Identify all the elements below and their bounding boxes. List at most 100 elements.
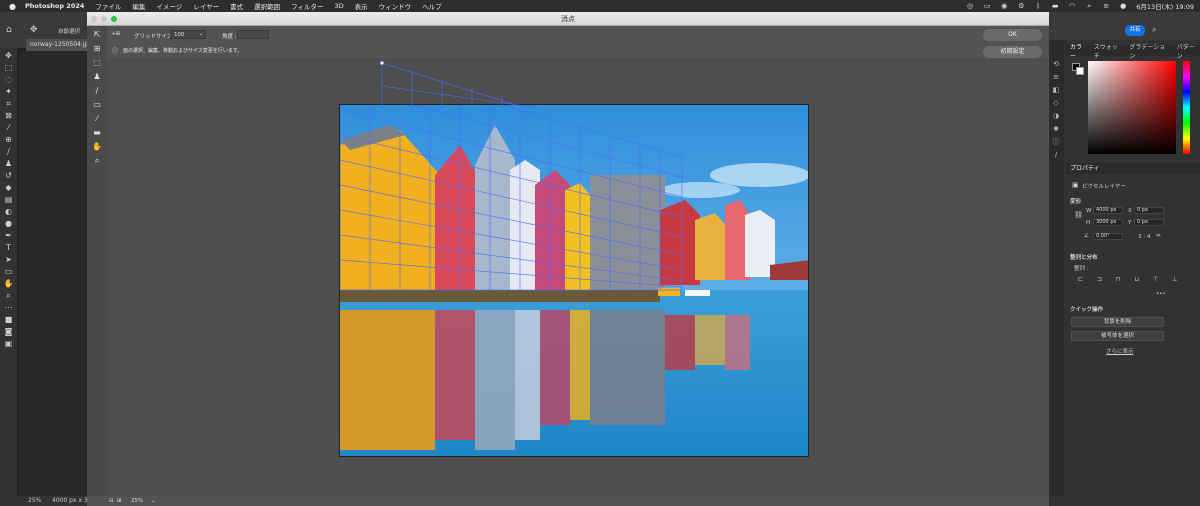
reset-button[interactable]: 初期設定: [983, 46, 1042, 58]
zoom-out-icon[interactable]: ⊟: [109, 496, 114, 506]
frame-tool-icon[interactable]: ⊠: [4, 112, 14, 120]
eyedropper-icon[interactable]: ⁄: [92, 115, 102, 123]
width-input[interactable]: 4000 px: [1093, 207, 1123, 214]
eyedropper-icon[interactable]: ⁄: [4, 124, 14, 132]
wifi-icon[interactable]: ◠: [1068, 2, 1076, 10]
document-tab[interactable]: norway-1250504.jpg: [26, 39, 90, 51]
paths-icon[interactable]: ◇: [1048, 97, 1064, 110]
info-icon[interactable]: ⓘ: [1048, 136, 1064, 149]
menu-image[interactable]: イメージ: [156, 1, 182, 11]
crop-tool-icon[interactable]: ⌗: [4, 100, 14, 108]
tab-gradients[interactable]: グラデーション: [1129, 42, 1170, 60]
history-brush-icon[interactable]: ↺: [4, 172, 14, 180]
menu-file[interactable]: ファイル: [95, 1, 121, 11]
siri-icon[interactable]: ●: [1119, 2, 1127, 10]
remove-background-button[interactable]: 背景を削除: [1071, 317, 1164, 327]
record-icon[interactable]: ◉: [1000, 2, 1008, 10]
menu-type[interactable]: 書式: [230, 1, 243, 11]
chevron-down-icon[interactable]: ⌄: [151, 496, 156, 506]
battery-icon[interactable]: ▬: [1051, 2, 1059, 10]
angle-field[interactable]: [237, 30, 269, 39]
align-section-label[interactable]: 整列と分布: [1070, 253, 1098, 261]
plane-options-icon[interactable]: +⊞: [111, 31, 120, 37]
path-select-icon[interactable]: ➤: [4, 256, 14, 264]
brush-tool-icon[interactable]: ∕: [4, 148, 14, 156]
layers-icon[interactable]: ≡: [1048, 71, 1064, 84]
stamp-tool-icon[interactable]: ♟: [92, 73, 102, 81]
marquee-tool-icon[interactable]: ⬚: [92, 59, 102, 67]
adjustments-icon[interactable]: ◑: [1048, 110, 1064, 123]
align-icons[interactable]: ⊏ ⊐ ⊓ ⊔ ⊤ ⊥: [1078, 276, 1183, 283]
pen-tool-icon[interactable]: ✒: [4, 232, 14, 240]
channels-icon[interactable]: ◧: [1048, 84, 1064, 97]
link-icon[interactable]: ⛓: [1074, 211, 1083, 219]
gradient-tool-icon[interactable]: ▤: [4, 196, 14, 204]
more-options-icon[interactable]: •••: [1156, 291, 1166, 297]
bluetooth-icon[interactable]: ᛒ: [1034, 2, 1042, 10]
move-tool-icon[interactable]: ✥: [30, 25, 38, 35]
apple-icon[interactable]: ●: [9, 2, 18, 11]
flip-icon[interactable]: ⇔: [1156, 233, 1161, 239]
magic-wand-icon[interactable]: ✦: [4, 88, 14, 96]
zoom-tool-icon[interactable]: ⌕: [4, 292, 14, 300]
transform-tool-icon[interactable]: ▭: [92, 101, 102, 109]
properties-panel-title[interactable]: プロパティ: [1066, 163, 1200, 174]
clock[interactable]: 6月13日(木) 19:09: [1136, 1, 1194, 11]
background-color-swatch[interactable]: [1076, 67, 1084, 75]
y-input[interactable]: 0 px: [1134, 219, 1164, 226]
menu-select[interactable]: 選択範囲: [254, 1, 280, 11]
creative-cloud-icon[interactable]: ◎: [966, 2, 974, 10]
height-input[interactable]: 3000 px: [1093, 219, 1123, 226]
menu-view[interactable]: 表示: [355, 1, 368, 11]
control-icon[interactable]: ⚙: [1017, 2, 1025, 10]
display-icon[interactable]: ▭: [983, 2, 991, 10]
app-menu[interactable]: Photoshop 2024: [25, 2, 84, 10]
angle-input[interactable]: 0.00°: [1093, 233, 1123, 240]
move-tool-icon[interactable]: ✥: [4, 52, 14, 60]
dodge-tool-icon[interactable]: ●: [4, 220, 14, 228]
control-center-icon[interactable]: ≡: [1102, 2, 1110, 10]
type-tool-icon[interactable]: T: [4, 244, 14, 252]
zoom-level[interactable]: 25%: [131, 496, 143, 506]
menu-edit[interactable]: 編集: [132, 1, 145, 11]
menu-layer[interactable]: レイヤー: [193, 1, 219, 11]
ok-button[interactable]: OK: [983, 29, 1042, 41]
measure-tool-icon[interactable]: ▬: [92, 129, 102, 137]
transform-section-label[interactable]: 変形: [1070, 197, 1081, 205]
menu-window[interactable]: ウィンドウ: [379, 1, 412, 11]
search-icon[interactable]: ⌕: [1152, 25, 1156, 35]
healing-brush-icon[interactable]: ⊕: [4, 136, 14, 144]
marquee-tool-icon[interactable]: ⬚: [4, 64, 14, 72]
history-icon[interactable]: ⟲: [1048, 58, 1064, 71]
hand-tool-icon[interactable]: ✋: [92, 143, 102, 151]
grid-size-field[interactable]: 100 ⌄: [170, 30, 206, 39]
create-plane-tool-icon[interactable]: ⊞: [92, 45, 102, 53]
chevron-down-icon[interactable]: ⌄: [198, 31, 203, 37]
lasso-tool-icon[interactable]: ◌: [4, 76, 14, 84]
grid-corner-handle[interactable]: [379, 60, 385, 66]
search-icon[interactable]: ⌕: [1085, 2, 1093, 10]
tab-color[interactable]: カラー: [1070, 42, 1088, 60]
blur-tool-icon[interactable]: ◐: [4, 208, 14, 216]
menu-3d[interactable]: 3D: [334, 2, 343, 10]
eraser-icon[interactable]: ◆: [4, 184, 14, 192]
home-icon[interactable]: ⌂: [6, 25, 12, 35]
menu-filter[interactable]: フィルター: [291, 1, 323, 11]
clone-stamp-icon[interactable]: ♟: [4, 160, 14, 168]
photo-norway-wharf[interactable]: [339, 104, 809, 457]
zoom-tool-icon[interactable]: ⌕: [92, 157, 102, 165]
color-picker-field[interactable]: [1088, 61, 1176, 154]
zoom-in-icon[interactable]: ⊞: [117, 496, 122, 506]
share-button[interactable]: 共有: [1125, 25, 1145, 36]
brush-tool-icon[interactable]: ∕: [92, 87, 102, 95]
edit-plane-tool-icon[interactable]: ⇱: [92, 31, 102, 39]
select-subject-button[interactable]: 被写体を選択: [1071, 331, 1164, 341]
color-swatch-icon[interactable]: ■: [4, 316, 14, 324]
menu-help[interactable]: ヘルプ: [422, 1, 442, 11]
brush-settings-icon[interactable]: ∕: [1048, 149, 1064, 162]
quick-actions-label[interactable]: クイック操作: [1070, 305, 1103, 313]
auto-select-label[interactable]: 自動選択: [58, 27, 80, 35]
more-tools-icon[interactable]: ⋯: [4, 304, 14, 312]
tab-patterns[interactable]: パターン: [1177, 42, 1200, 60]
hue-slider[interactable]: [1183, 61, 1190, 154]
